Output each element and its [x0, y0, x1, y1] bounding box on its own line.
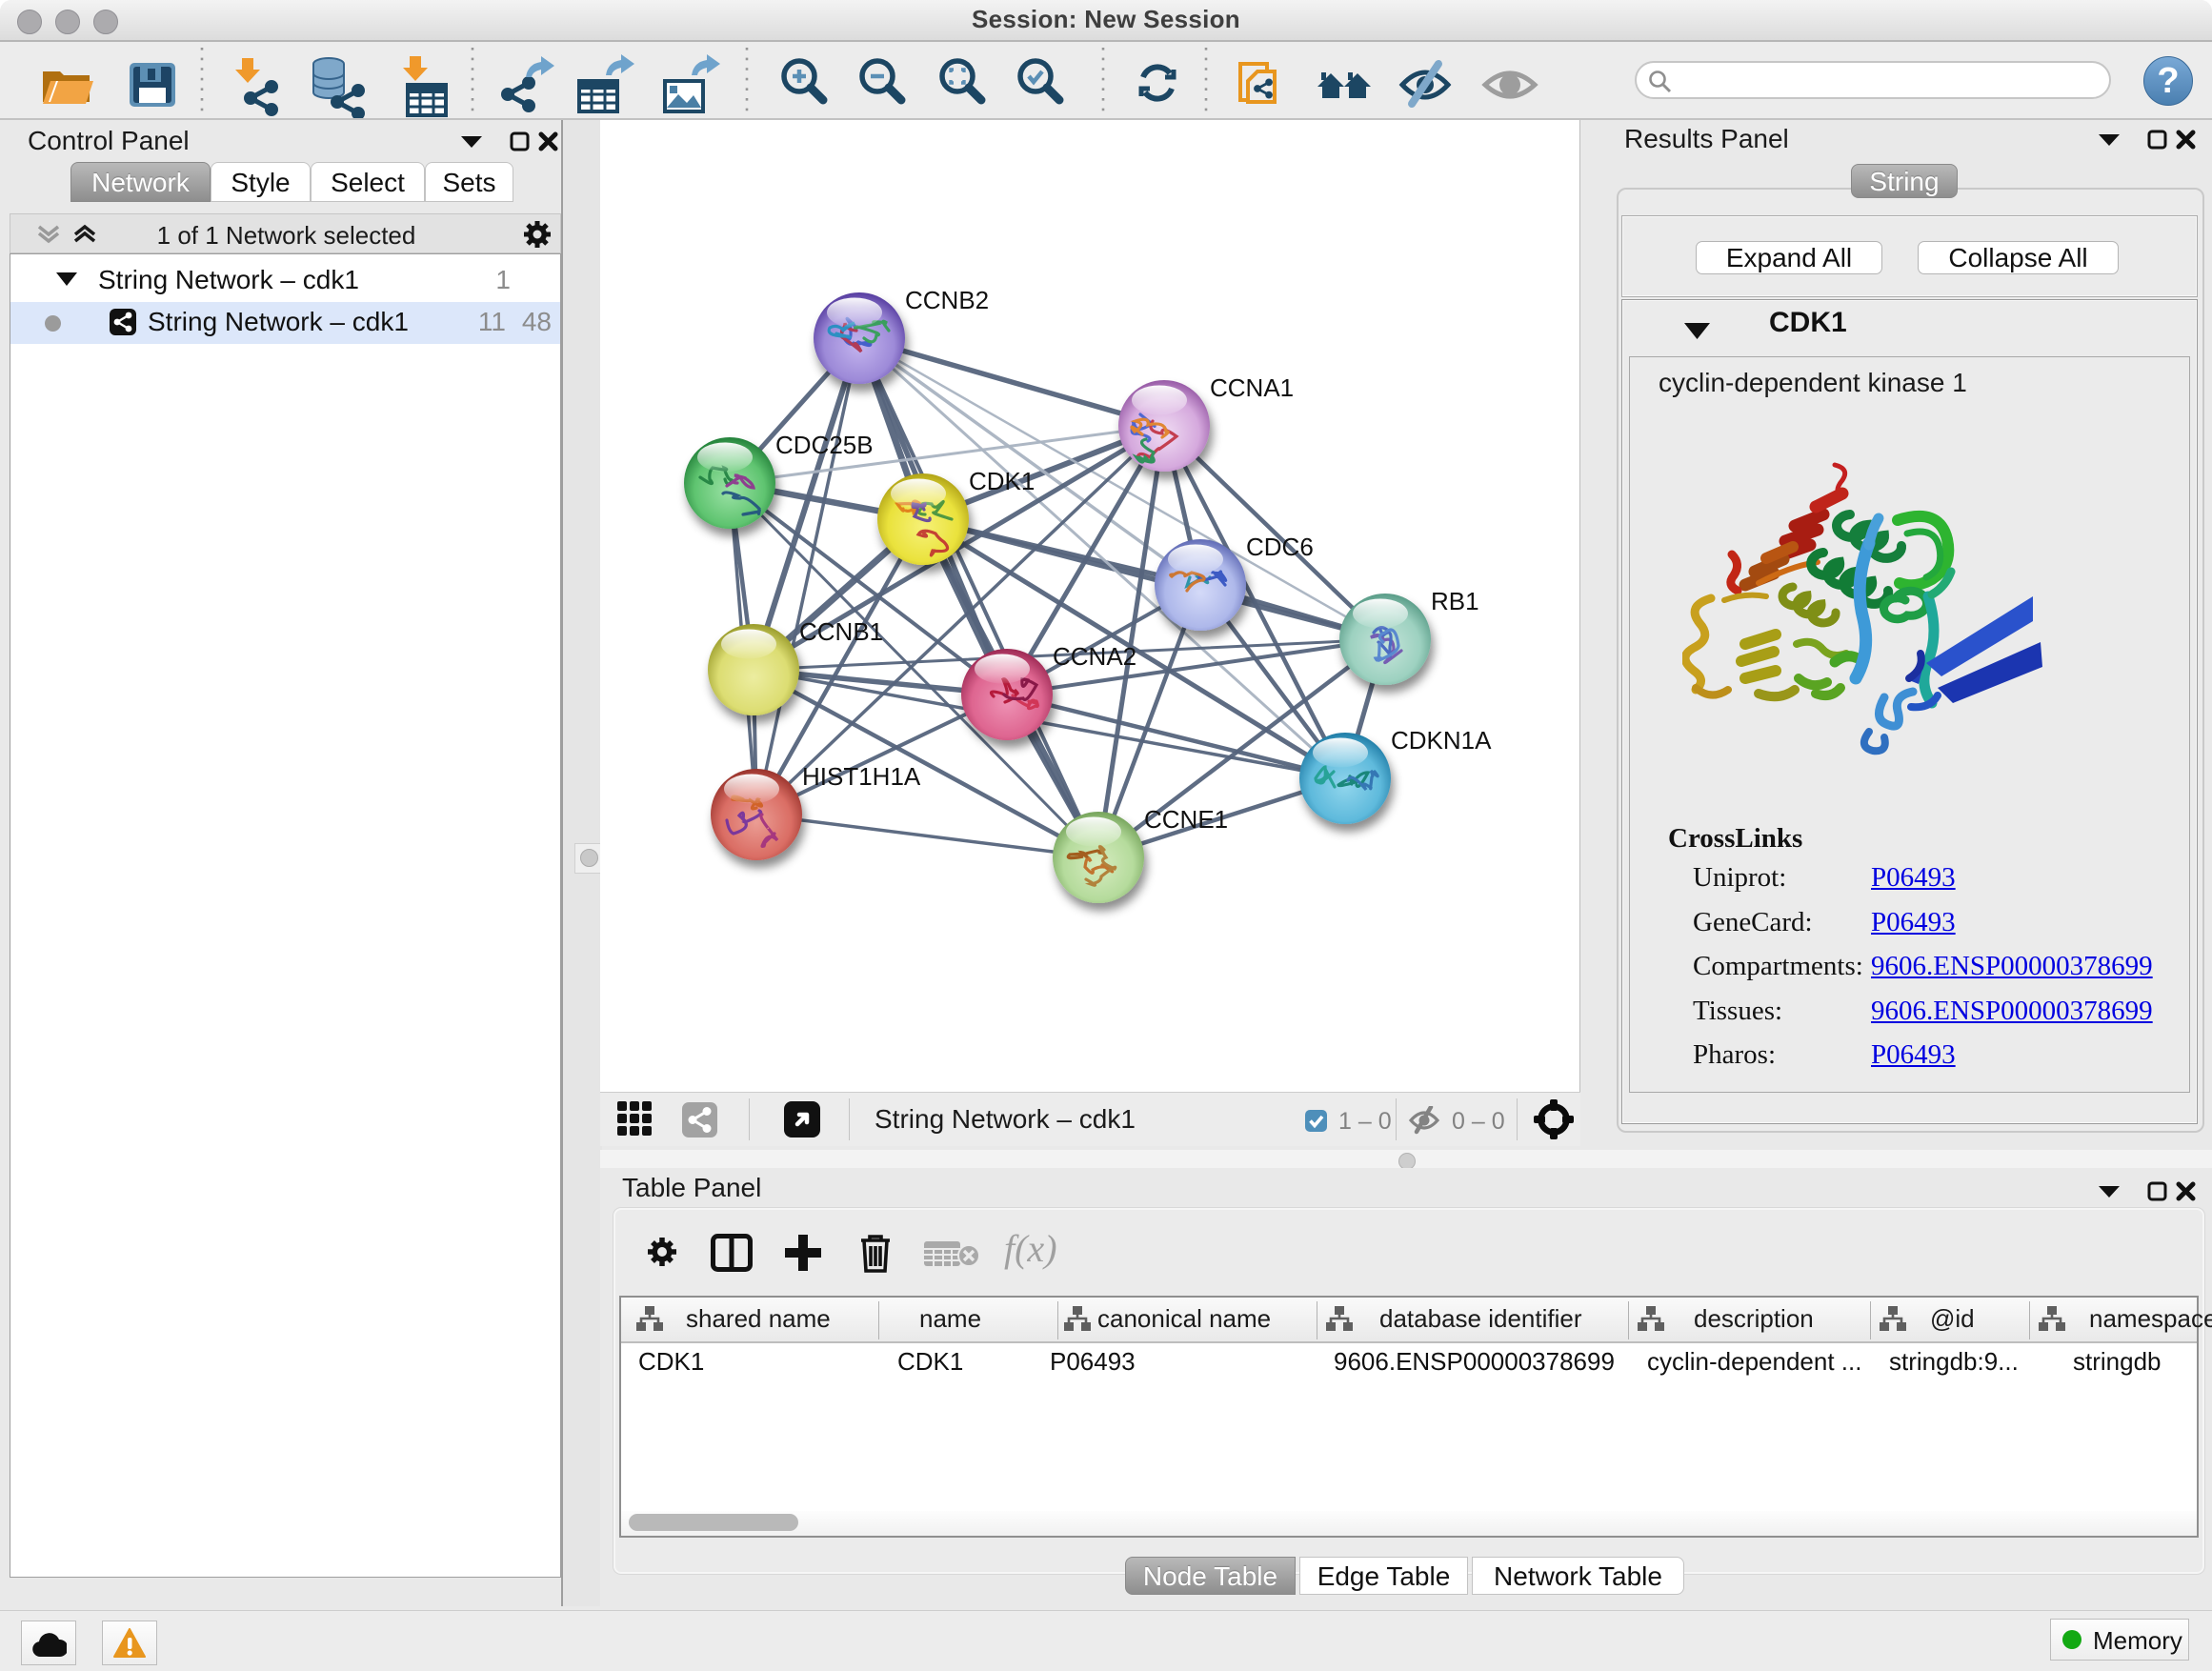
svg-text:CDC6: CDC6	[1246, 533, 1314, 561]
svg-text:CDKN1A: CDKN1A	[1391, 726, 1492, 755]
svg-text:CCNA2: CCNA2	[1053, 642, 1136, 671]
svg-text:CDK1: CDK1	[969, 467, 1035, 495]
svg-text:CCNE1: CCNE1	[1144, 805, 1228, 834]
svg-text:CCNB2: CCNB2	[905, 286, 989, 314]
svg-text:HIST1H1A: HIST1H1A	[802, 762, 921, 791]
svg-text:CCNA1: CCNA1	[1210, 373, 1294, 402]
svg-text:CDC25B: CDC25B	[775, 431, 874, 459]
svg-text:RB1: RB1	[1431, 587, 1479, 615]
svg-text:CCNB1: CCNB1	[799, 617, 883, 646]
